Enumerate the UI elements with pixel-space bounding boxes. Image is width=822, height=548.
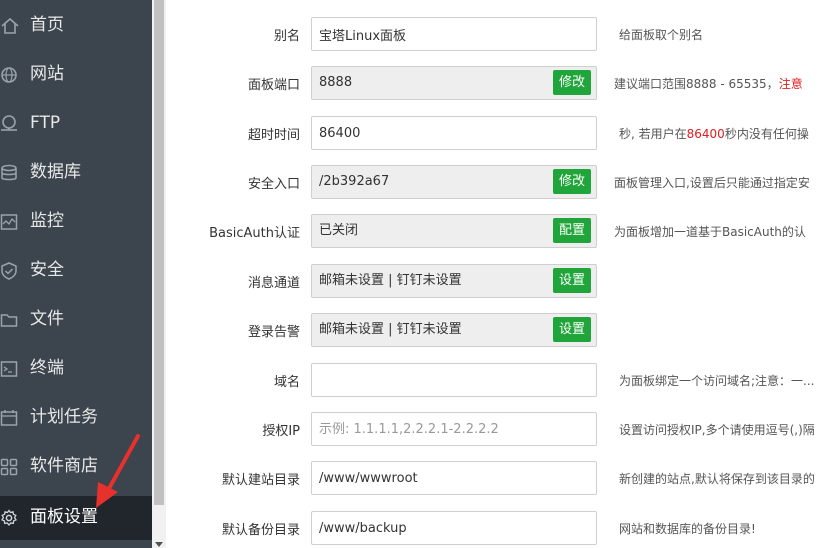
sidebar-item-label: 软件商店 xyxy=(30,456,98,476)
entry-edit-button[interactable]: 修改 xyxy=(553,169,592,194)
domain-help: 为面板绑定一个访问域名;注意：一... xyxy=(619,374,815,388)
folder-icon xyxy=(0,310,20,330)
timeout-help: 秒, 若用户在86400秒内没有任何操 xyxy=(619,125,809,142)
timeout-help-prefix: 秒, 若用户在 xyxy=(619,127,687,141)
site-dir-label: 默认建站目录 xyxy=(221,473,300,488)
site-dir-help: 新创建的站点,默认将保存到该目录的 xyxy=(619,472,815,486)
basicauth-config-button[interactable]: 配置 xyxy=(553,218,592,243)
sidebar-item-monitor[interactable]: 监控 xyxy=(0,200,152,244)
form-row-site-dir: 默认建站目录 新创建的站点,默认将保存到该目录的 xyxy=(166,461,822,495)
timeout-help-suffix: 秒内没有任何操 xyxy=(724,127,809,141)
sidebar-item-label: 面板设置 xyxy=(30,507,98,527)
basicauth-help: 为面板增加一道基于BasicAuth的认 xyxy=(614,225,806,239)
port-label: 面板端口 xyxy=(247,78,300,93)
home-icon xyxy=(0,16,20,36)
message-label: 消息通道 xyxy=(247,276,300,291)
basicauth-label: BasicAuth认证 xyxy=(209,226,300,241)
sidebar-item-terminal[interactable]: 终端 xyxy=(0,347,152,391)
calendar-icon xyxy=(0,408,20,428)
domain-input[interactable] xyxy=(311,363,597,397)
backup-dir-input[interactable] xyxy=(311,511,597,545)
alias-label: 别名 xyxy=(273,29,300,44)
alias-help: 给面板取个别名 xyxy=(619,28,704,42)
site-dir-input[interactable] xyxy=(311,461,597,495)
scrollbar-thumb[interactable] xyxy=(154,0,164,505)
sidebar-item-website[interactable]: 网站 xyxy=(0,53,152,97)
sidebar-item-label: 网站 xyxy=(30,64,64,84)
form-row-auth-ip: 授权IP 设置访问授权IP,多个请使用逗号(,)隔 xyxy=(166,412,822,446)
sidebar-scrollbar[interactable] xyxy=(152,0,166,548)
sidebar-item-label: 终端 xyxy=(30,358,64,378)
port-edit-button[interactable]: 修改 xyxy=(553,70,592,95)
sidebar-item-label: 文件 xyxy=(30,309,64,329)
sidebar-item-label: 计划任务 xyxy=(30,407,98,427)
timeout-input[interactable] xyxy=(311,116,597,150)
alias-input[interactable] xyxy=(311,17,597,51)
form-row-backup-dir: 默认备份目录 网站和数据库的备份目录! xyxy=(166,511,822,545)
backup-dir-label: 默认备份目录 xyxy=(221,523,300,538)
annotation-arrow-icon xyxy=(96,434,140,508)
sidebar-item-label: 监控 xyxy=(30,211,64,231)
port-help: 建议端口范围8888 - 65535，注意 xyxy=(614,75,803,92)
entry-label: 安全入口 xyxy=(247,177,300,192)
gear-icon xyxy=(0,508,20,528)
terminal-icon xyxy=(0,359,20,379)
sidebar-item-security[interactable]: 安全 xyxy=(0,249,152,293)
port-help-text: 建议端口范围8888 - 65535， xyxy=(614,77,779,91)
sidebar-item-files[interactable]: 文件 xyxy=(0,298,152,342)
form-row-alias: 别名 给面板取个别名 xyxy=(166,17,822,51)
form-row-basicauth: BasicAuth认证 已关闭 配置 为面板增加一道基于BasicAuth的认 xyxy=(166,214,822,248)
timeout-label: 超时时间 xyxy=(247,128,300,143)
monitor-icon xyxy=(0,212,20,232)
form-row-login-alert: 登录告警 邮箱未设置 | 钉钉未设置 设置 xyxy=(166,313,822,347)
auth-ip-label: 授权IP xyxy=(262,424,300,439)
apps-icon xyxy=(0,457,20,477)
login-alert-settings-button[interactable]: 设置 xyxy=(553,317,592,342)
entry-help: 面板管理入口,设置后只能通过指定安 xyxy=(614,176,810,190)
shield-icon xyxy=(0,261,20,281)
sidebar-item-label: 安全 xyxy=(30,260,64,280)
sidebar-item-ftp[interactable]: FTP xyxy=(0,102,152,146)
sidebar-item-home[interactable]: 首页 xyxy=(0,4,152,48)
port-help-warning: 注意 xyxy=(778,77,803,91)
database-icon xyxy=(0,163,20,183)
domain-label: 域名 xyxy=(273,375,300,390)
backup-dir-help: 网站和数据库的备份目录! xyxy=(619,522,756,536)
form-row-port: 面板端口 8888 修改 建议端口范围8888 - 65535，注意 xyxy=(166,66,822,100)
auth-ip-input[interactable] xyxy=(311,412,597,446)
timeout-help-value: 86400 xyxy=(686,127,725,141)
sidebar-item-label: 数据库 xyxy=(30,162,81,182)
auth-ip-help: 设置访问授权IP,多个请使用逗号(,)隔 xyxy=(619,423,815,437)
form-row-entry: 安全入口 /2b392a67 修改 面板管理入口,设置后只能通过指定安 xyxy=(166,165,822,199)
message-settings-button[interactable]: 设置 xyxy=(553,268,592,293)
scroll-down-arrow-icon[interactable] xyxy=(155,542,163,547)
sidebar-item-label: 首页 xyxy=(30,15,64,35)
login-alert-label: 登录告警 xyxy=(247,325,300,340)
ftp-icon xyxy=(0,114,20,134)
form-row-domain: 域名 为面板绑定一个访问域名;注意：一... xyxy=(166,363,822,397)
sidebar-item-database[interactable]: 数据库 xyxy=(0,151,152,195)
form-row-timeout: 超时时间 秒, 若用户在86400秒内没有任何操 xyxy=(166,116,822,150)
globe-icon xyxy=(0,65,20,85)
sidebar-item-label: FTP xyxy=(30,113,61,133)
form-row-message: 消息通道 邮箱未设置 | 钉钉未设置 设置 xyxy=(166,264,822,298)
